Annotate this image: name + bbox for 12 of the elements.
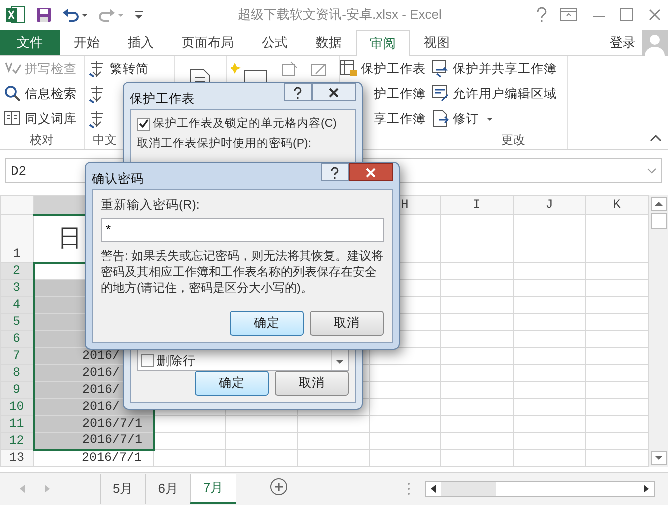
table-cell: 2016/7/1 xyxy=(34,450,154,466)
table-cell: 2016/7/1 xyxy=(34,432,154,450)
checkbox-label: 保护工作表及锁定的单元格内容(C) xyxy=(153,116,337,132)
checkbox-label: 删除行 xyxy=(157,352,196,370)
field-label: 重新输入密码(R): xyxy=(101,197,201,214)
dialog-title: 保护工作表 xyxy=(130,91,196,108)
password-label: 取消工作表保护时使用的密码(P): xyxy=(137,136,313,152)
group-label: 校对 xyxy=(30,133,54,147)
group-label: 中文 xyxy=(93,133,117,147)
window-title: 超级下载软文资讯-安卓.xlsx - Excel xyxy=(237,6,443,24)
group-label: 更改 xyxy=(502,133,526,147)
table-cell: 2016/7/1 xyxy=(34,416,154,432)
